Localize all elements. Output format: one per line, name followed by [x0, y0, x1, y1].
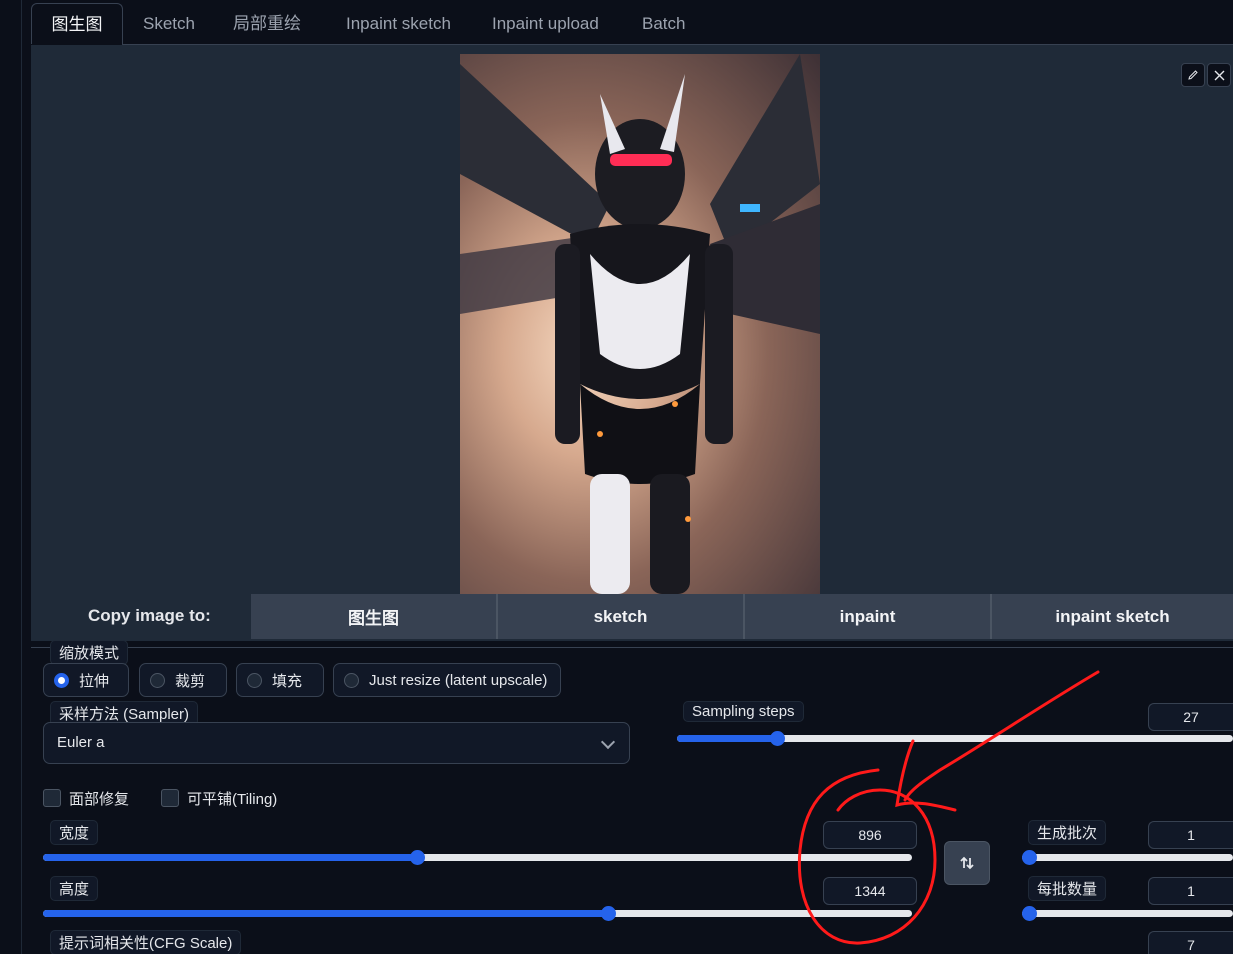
resize-mode-crop[interactable]: 裁剪 — [139, 663, 227, 697]
width-label: 宽度 — [50, 820, 99, 845]
tab-sketch[interactable]: Sketch — [143, 3, 195, 43]
tiling-label: 可平铺(Tiling) — [187, 791, 278, 808]
uploaded-image — [460, 54, 820, 594]
tiling-checkbox[interactable] — [161, 789, 179, 807]
radio-selected-indicator — [54, 672, 69, 688]
copy-image-bar: Copy image to: 图生图 sketch inpaint inpain… — [31, 594, 1233, 639]
batch-size-label: 每批数量 — [1028, 876, 1107, 901]
batch-count-label: 生成批次 — [1028, 820, 1107, 845]
slider-thumb[interactable] — [1022, 906, 1037, 921]
chevron-down-icon — [600, 734, 616, 750]
radio-indicator — [344, 672, 359, 688]
copy-to-inpaint-sketch-button[interactable]: inpaint sketch — [992, 594, 1233, 639]
slider-fill — [677, 735, 778, 742]
resize-mode-fill-label: 填充 — [272, 672, 303, 690]
tab-img2img[interactable]: 图生图 — [31, 3, 123, 44]
slider-thumb[interactable] — [600, 906, 616, 921]
batch-size-slider[interactable] — [1022, 906, 1233, 921]
radio-indicator — [150, 672, 165, 688]
image-input-panel[interactable] — [31, 45, 1233, 641]
close-icon[interactable] — [1207, 63, 1231, 87]
sampler-value: Euler a — [57, 734, 105, 751]
cfg-scale-label: 提示词相关性(CFG Scale) — [50, 930, 242, 954]
width-slider[interactable] — [43, 850, 912, 865]
resize-mode-latent-label: Just resize (latent upscale) — [369, 671, 548, 689]
batch-count-slider[interactable] — [1022, 850, 1233, 865]
slider-fill — [43, 854, 417, 861]
height-input[interactable]: 1344 — [823, 877, 917, 905]
restore-faces-checkbox[interactable] — [43, 789, 61, 807]
sampler-dropdown[interactable]: Euler a — [43, 722, 630, 764]
batch-size-input[interactable]: 1 — [1148, 877, 1233, 905]
resize-mode-label: 缩放模式 — [50, 640, 129, 665]
slider-thumb[interactable] — [770, 731, 786, 746]
sampling-steps-input[interactable]: 27 — [1148, 703, 1233, 731]
resize-mode-crop-label: 裁剪 — [175, 672, 206, 690]
height-slider[interactable] — [43, 906, 912, 921]
copy-to-img2img-button[interactable]: 图生图 — [251, 594, 498, 639]
resize-mode-stretch[interactable]: 拉伸 — [43, 663, 129, 697]
copy-to-inpaint-button[interactable]: inpaint — [745, 594, 992, 639]
sampling-steps-label: Sampling steps — [683, 701, 804, 722]
restore-faces-label: 面部修复 — [69, 791, 130, 808]
width-input[interactable]: 896 — [823, 821, 917, 849]
mode-tabs: 图生图 Sketch 局部重绘 Inpaint sketch Inpaint u… — [31, 0, 1233, 45]
left-divider — [21, 0, 22, 954]
section-divider — [31, 647, 1233, 648]
batch-count-input[interactable]: 1 — [1148, 821, 1233, 849]
tab-inpaint[interactable]: 局部重绘 — [233, 3, 301, 43]
copy-image-label: Copy image to: — [88, 606, 211, 625]
slider-thumb[interactable] — [409, 850, 425, 865]
copy-to-sketch-button[interactable]: sketch — [498, 594, 745, 639]
cfg-scale-input[interactable]: 7 — [1148, 931, 1233, 954]
left-edge — [0, 0, 21, 954]
tab-inpaint-sketch[interactable]: Inpaint sketch — [346, 3, 451, 43]
resize-mode-fill[interactable]: 填充 — [236, 663, 324, 697]
slider-thumb[interactable] — [1022, 850, 1037, 865]
pencil-icon[interactable] — [1181, 63, 1205, 87]
resize-mode-stretch-label: 拉伸 — [79, 672, 110, 690]
resize-mode-latent-upscale[interactable]: Just resize (latent upscale) — [333, 663, 561, 697]
tab-batch[interactable]: Batch — [642, 3, 685, 43]
radio-indicator — [247, 672, 262, 688]
sampling-steps-slider[interactable] — [677, 731, 1233, 746]
height-label: 高度 — [50, 876, 99, 901]
tab-inpaint-upload[interactable]: Inpaint upload — [492, 3, 599, 43]
robot-figure-illustration — [460, 54, 820, 594]
swap-vertical-icon[interactable] — [944, 841, 990, 885]
slider-fill — [43, 910, 608, 917]
